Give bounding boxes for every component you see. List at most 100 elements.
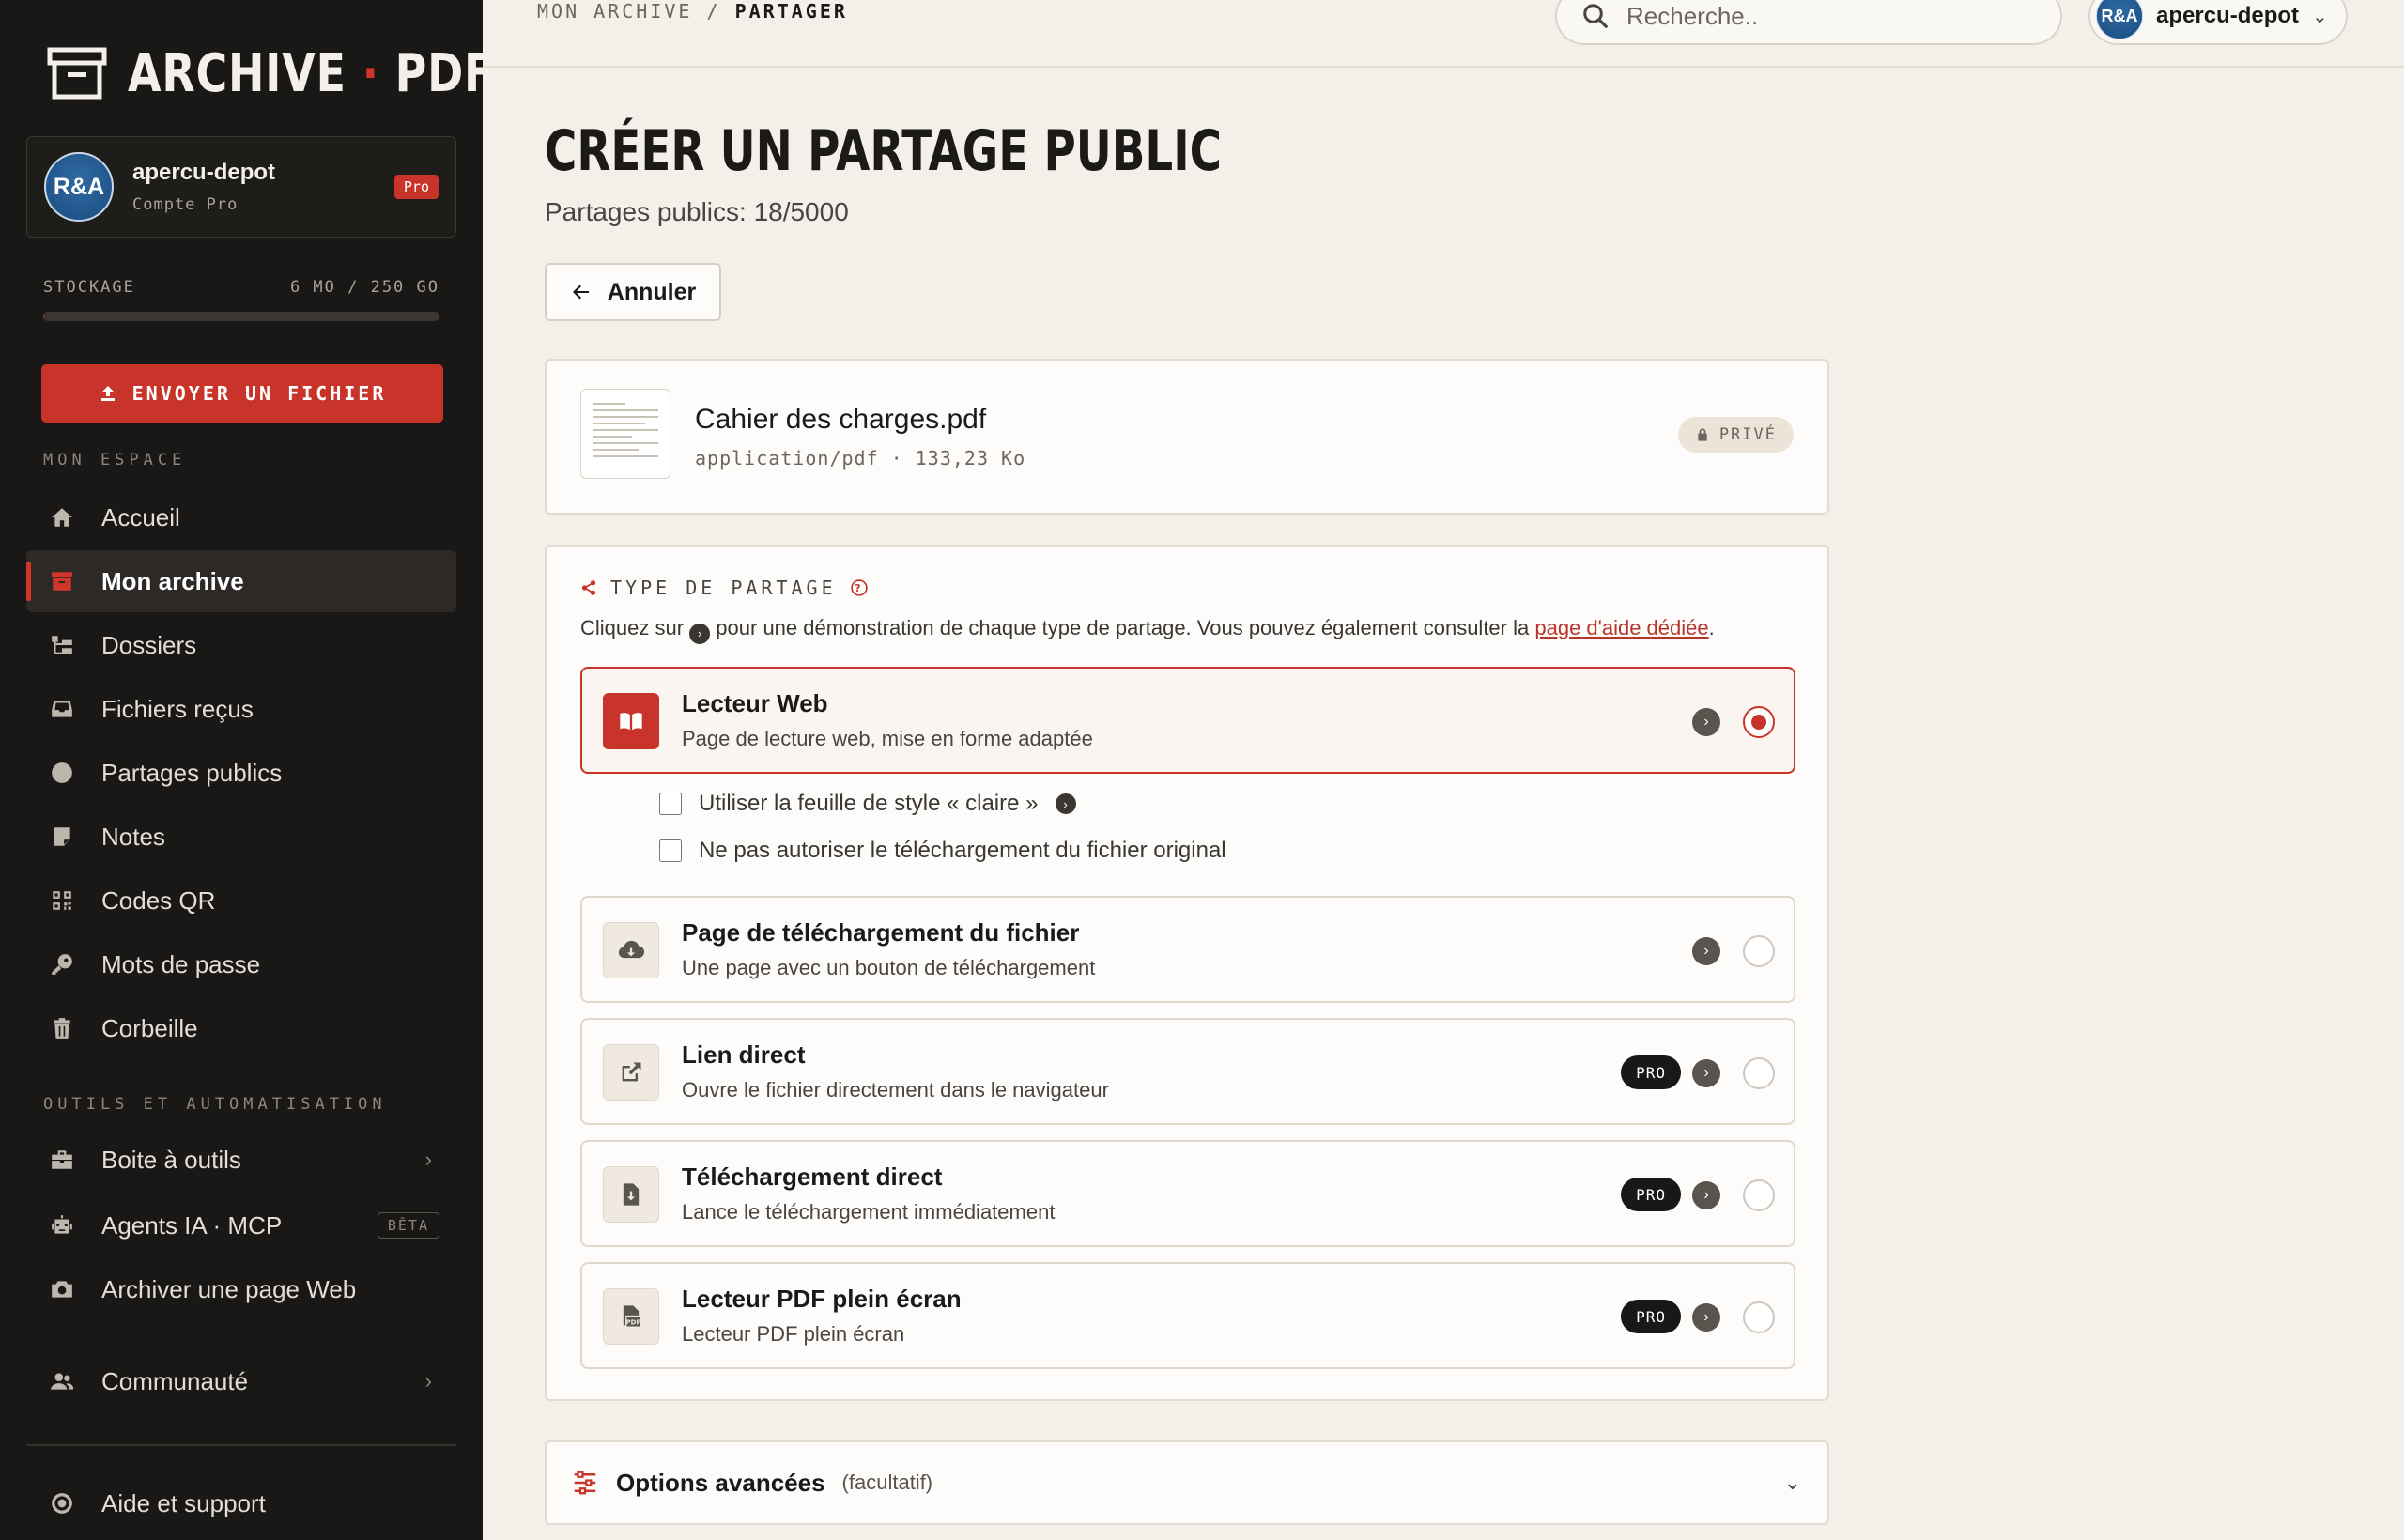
chevron-down-icon: ⌄ [1783,1471,1801,1494]
arrow-right-circle-icon[interactable]: › [1055,793,1076,814]
file-meta: application/pdf · 133,23 Ko [695,447,1026,470]
option-subtitle: Une page avec un bouton de téléchargemen… [682,956,1096,979]
sidebar-item-partages-publics[interactable]: Partages publics [26,742,456,804]
option-title: Lecteur Web [682,689,828,717]
sidebar-item-accueil[interactable]: Accueil [26,486,456,548]
sidebar-item-codes-qr[interactable]: Codes QR [26,870,456,932]
share-option-lecteur-pdf[interactable]: PDF Lecteur PDF plein écran Lecteur PDF … [580,1262,1795,1369]
sidebar-item-agents-ia[interactable]: Agents IA · MCP BÊTA [26,1194,456,1256]
storage-info: STOCKAGE 6 MO / 250 GO [43,278,439,297]
sidebar-item-aide[interactable]: Aide et support [26,1472,456,1534]
sidebar-item-dossiers[interactable]: Dossiers [26,614,456,676]
demo-arrow-icon[interactable]: › [1692,1059,1720,1087]
sidebar-item-mots-de-passe[interactable]: Mots de passe [26,933,456,995]
file-thumbnail [580,389,670,479]
sidebar-item-mon-archive[interactable]: Mon archive [26,550,456,612]
option-title: Page de téléchargement du fichier [682,918,1080,947]
option-radio[interactable] [1743,706,1775,738]
section-outils: OUTILS ET AUTOMATISATION [43,1095,387,1114]
inbox-icon [52,701,72,717]
file-pdf-icon: PDF [603,1288,659,1345]
demo-arrow-icon[interactable]: › [1692,937,1720,965]
breadcrumb: MON ARCHIVE / PARTAGER [537,0,848,23]
sidebar-item-notes[interactable]: Notes [26,806,456,868]
search-box[interactable] [1555,0,2062,45]
section-mon-espace: MON ESPACE [43,451,187,470]
file-download-icon [603,1166,659,1223]
archive-icon [52,572,72,591]
option-radio[interactable] [1743,1057,1775,1089]
page-title: CRÉER UN PARTAGE PUBLIC [545,118,1223,184]
advanced-subtitle: (facultatif) [841,1471,933,1494]
note-icon [54,827,70,846]
chevron-right-icon: › [424,1369,432,1393]
breadcrumb-archive[interactable]: MON ARCHIVE [537,0,692,23]
demo-arrow-icon[interactable]: › [1692,708,1720,736]
help-circle-icon[interactable]: ? [850,578,869,597]
book-open-icon [603,693,659,749]
folders-icon [52,636,72,654]
svg-text:?: ? [855,582,864,594]
key-icon [52,954,72,975]
no-download-checkbox[interactable] [659,839,682,862]
sidebar-item-corbeille[interactable]: Corbeille [26,997,456,1059]
share-option-telechargement-direct[interactable]: Téléchargement direct Lance le télécharg… [580,1140,1795,1247]
file-card: Cahier des charges.pdf application/pdf ·… [545,359,1829,515]
pro-badge: PRO [1621,1055,1681,1089]
share-option-lecteur-web[interactable]: Lecteur Web Page de lecture web, mise en… [580,667,1795,774]
advanced-options-toggle[interactable]: Options avancées (facultatif) ⌄ [545,1440,1829,1525]
option-subtitle: Lance le téléchargement immédiatement [682,1200,1056,1224]
arrow-right-circle-icon: › [689,623,711,644]
sidebar-item-archiver-page-web[interactable]: Archiver une page Web [26,1258,456,1320]
checkbox-no-download[interactable]: Ne pas autoriser le téléchargement du fi… [659,838,1226,864]
search-input[interactable] [1626,1,2040,31]
qr-icon [53,891,71,910]
option-radio[interactable] [1743,1179,1775,1211]
avatar: R&A [2096,0,2143,39]
avatar: R&A [44,152,114,222]
storage-label: STOCKAGE [43,278,135,297]
sidebar-divider [26,1444,456,1446]
external-link-icon [603,1044,659,1101]
share-icon [581,580,596,595]
topbar: MON ARCHIVE / PARTAGER R&A apercu-depot … [483,0,2404,68]
option-title: Lien direct [682,1040,806,1069]
sidebar-item-fichiers-recus[interactable]: Fichiers reçus [26,678,456,740]
user-name: apercu-depot [2156,3,2300,28]
account-name: apercu-depot [132,160,276,185]
share-type-card: TYPE DE PARTAGE ? Cliquez sur › pour une… [545,545,1829,1401]
private-badge: PRIVÉ [1677,417,1794,453]
option-radio[interactable] [1743,1301,1775,1333]
sliders-icon [574,1471,596,1495]
share-option-page-telechargement[interactable]: Page de téléchargement du fichier Une pa… [580,896,1795,1003]
sidebar-item-boite-a-outils[interactable]: Boite à outils › [26,1129,456,1191]
lock-icon [1698,428,1707,441]
sidebar-item-communaute[interactable]: Communauté › [26,1350,456,1412]
upload-icon [100,386,115,401]
demo-arrow-icon[interactable]: › [1692,1181,1720,1209]
cancel-button[interactable]: Annuler [545,263,721,321]
option-radio[interactable] [1743,935,1775,967]
trash-icon [54,1018,70,1039]
archive-box-icon [47,47,107,100]
checkbox-light-style[interactable]: Utiliser la feuille de style « claire » … [659,791,1076,817]
option-subtitle: Page de lecture web, mise en forme adapt… [682,727,1093,750]
option-subtitle: Ouvre le fichier directement dans le nav… [682,1078,1109,1101]
upload-button[interactable]: ENVOYER UN FICHIER [41,364,443,423]
search-icon [1583,4,1608,28]
toolbox-icon [52,1150,72,1169]
option-subtitle: Lecteur PDF plein écran [682,1322,905,1346]
home-icon [52,508,72,527]
help-page-link[interactable]: page d'aide dédiée [1534,616,1708,639]
chevron-right-icon: › [424,1147,432,1171]
arrow-left-icon [572,285,589,300]
globe-icon [52,762,72,783]
account-card[interactable]: R&A apercu-depot Compte Pro Pro [26,136,456,238]
share-option-lien-direct[interactable]: Lien direct Ouvre le fichier directement… [580,1018,1795,1125]
light-style-checkbox[interactable] [659,793,682,815]
demo-arrow-icon[interactable]: › [1692,1303,1720,1332]
chevron-down-icon: ⌄ [2312,6,2328,27]
users-icon [51,1373,74,1390]
account-type: Compte Pro [132,195,239,214]
user-menu[interactable]: R&A apercu-depot ⌄ [2088,0,2348,45]
